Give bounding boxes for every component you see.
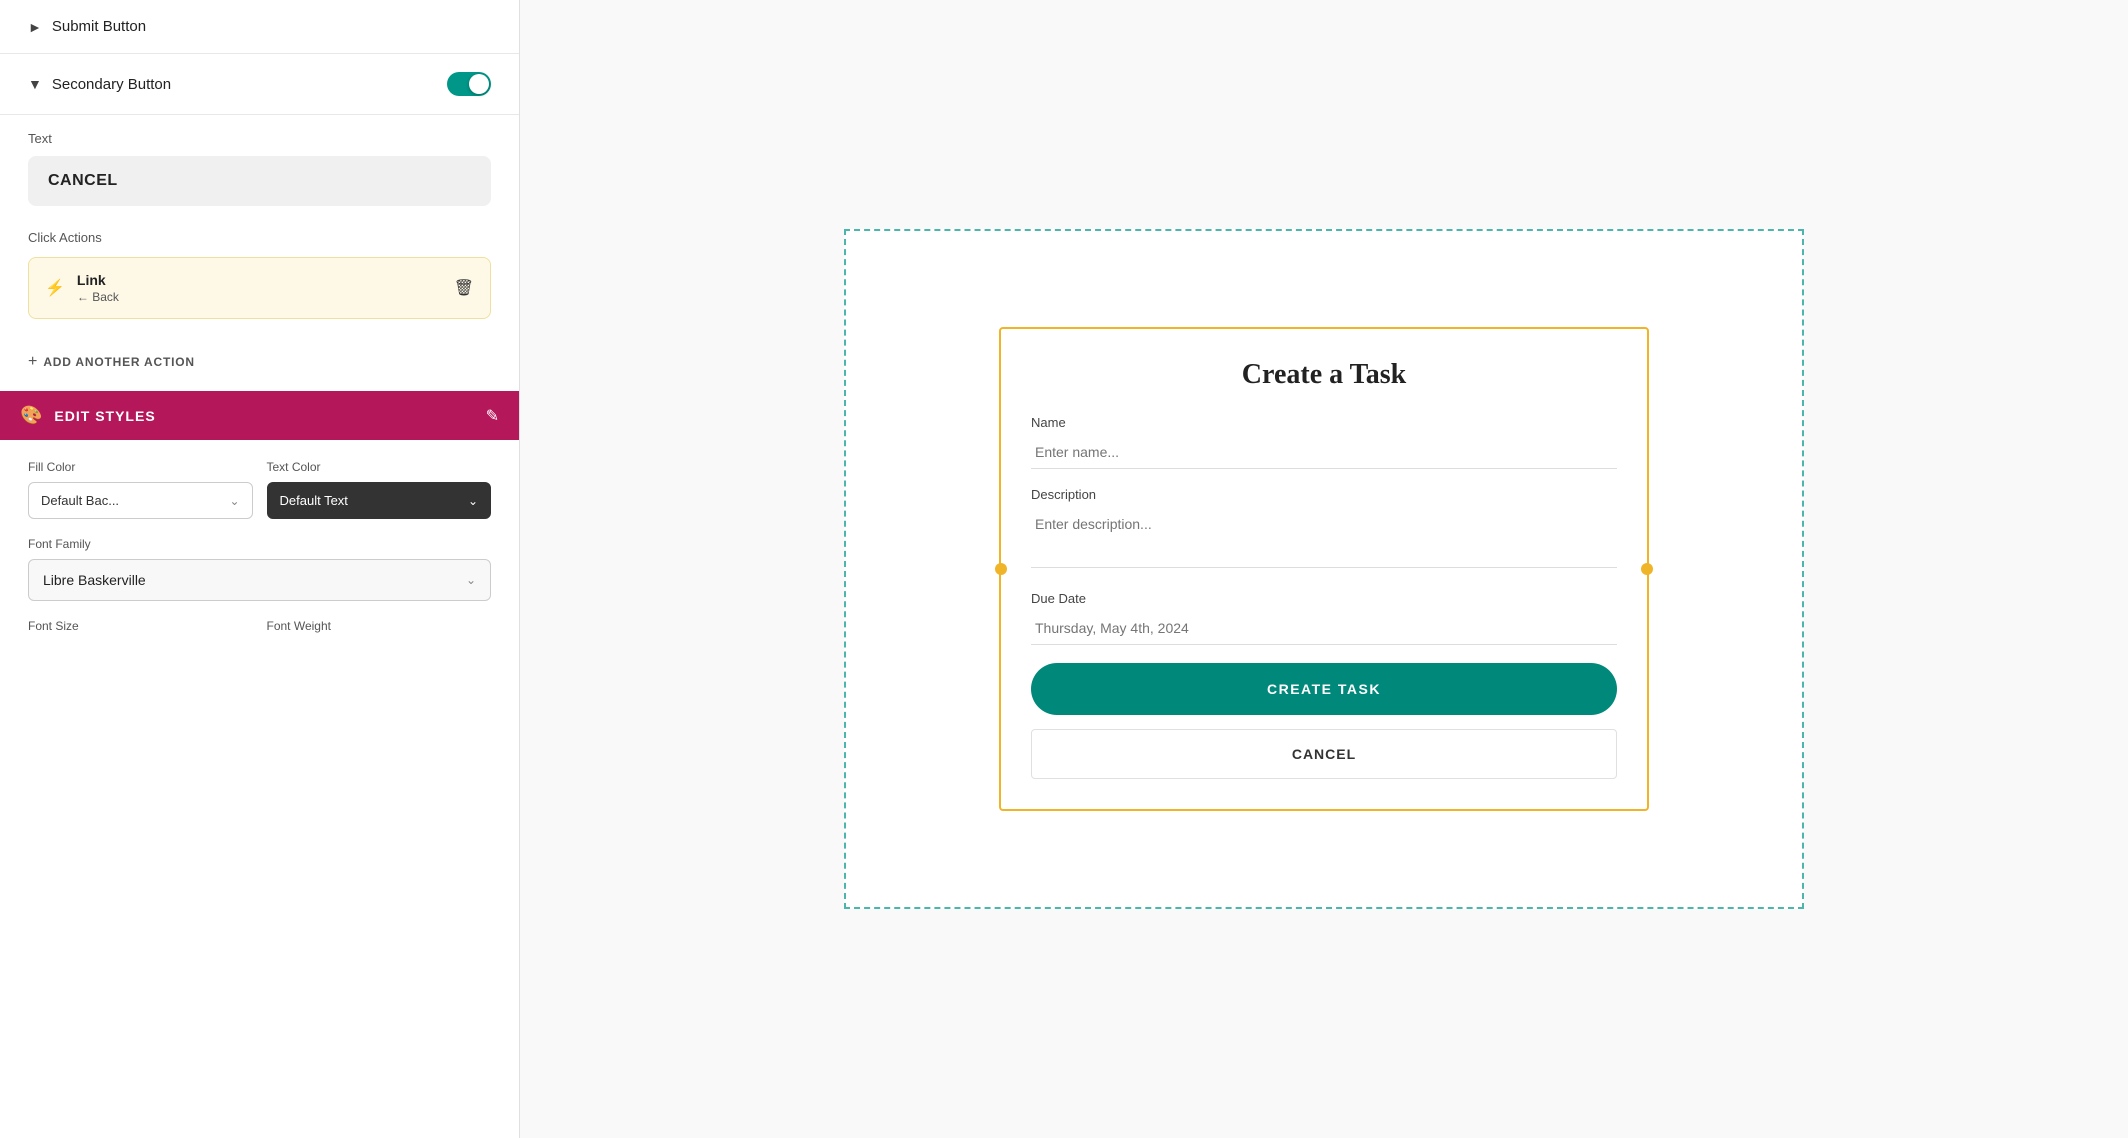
font-family-dropdown[interactable]: Libre Baskerville ⌄ [28,559,491,601]
text-color-label: Text Color [267,460,492,474]
chevron-down-icon: ▼ [28,76,42,92]
secondary-button-row: ▼ Secondary Button [0,54,519,115]
font-family-value: Libre Baskerville [43,572,146,588]
name-input[interactable] [1031,436,1617,469]
text-color-value: Default Text [280,493,348,508]
fill-color-label: Fill Color [28,460,253,474]
action-info: Link ← Back [77,272,454,304]
text-section: Text CANCEL [0,115,519,222]
fill-color-chevron: ⌄ [229,494,239,508]
left-panel: ► Submit Button ▼ Secondary Button Text … [0,0,520,1138]
canvas-area: Create a Task Name Description Due Date … [844,229,1804,909]
plus-icon: + [28,353,37,371]
cancel-text-value[interactable]: CANCEL [28,156,491,206]
create-task-button[interactable]: CREATE TASK [1031,663,1617,715]
font-size-field: Font Size [28,619,253,641]
fill-color-field: Fill Color Default Bac... ⌄ [28,460,253,519]
text-color-field: Text Color Default Text ⌄ [267,460,492,519]
description-field: Description [1031,487,1617,573]
click-actions-label: Click Actions [28,230,491,245]
text-color-dropdown[interactable]: Default Text ⌄ [267,482,492,519]
action-sub: ← Back [77,290,454,304]
submit-button-label: Submit Button [52,18,146,35]
font-family-section: Font Family Libre Baskerville ⌄ [28,537,491,601]
form-card: Create a Task Name Description Due Date … [999,327,1649,811]
action-item[interactable]: ⚡ Link ← Back 🗑 [28,257,491,319]
secondary-button-toggle[interactable] [447,72,491,96]
click-actions-section: Click Actions ⚡ Link ← Back 🗑 [0,222,519,345]
name-label: Name [1031,415,1617,430]
toggle-knob [469,74,489,94]
name-field: Name [1031,415,1617,469]
fill-color-value: Default Bac... [41,493,119,508]
secondary-button-label: Secondary Button [52,76,447,93]
bolt-icon: ⚡ [45,278,65,298]
text-color-chevron: ⌄ [468,494,478,508]
cancel-button[interactable]: CANCEL [1031,729,1617,779]
add-action-row[interactable]: + ADD ANOTHER ACTION [0,345,519,379]
chevron-right-icon: ► [28,19,42,35]
due-date-input[interactable] [1031,612,1617,645]
font-weight-field: Font Weight [267,619,492,641]
styles-body: Fill Color Default Bac... ⌄ Text Color D… [0,440,519,661]
action-name: Link [77,272,454,288]
palette-icon: 🎨 [20,405,42,426]
font-size-weight-row: Font Size Font Weight [28,619,491,641]
description-label: Description [1031,487,1617,502]
delete-icon[interactable]: 🗑 [454,278,474,298]
resize-handle-left[interactable] [995,563,1007,575]
edit-pencil-icon[interactable]: ✎ [486,406,499,426]
right-panel: Create a Task Name Description Due Date … [520,0,2128,1138]
due-date-label: Due Date [1031,591,1617,606]
resize-handle-right[interactable] [1641,563,1653,575]
add-action-label: ADD ANOTHER ACTION [43,355,195,369]
text-section-label: Text [28,131,491,146]
submit-button-row[interactable]: ► Submit Button [0,0,519,54]
form-title: Create a Task [1031,359,1617,391]
font-family-chevron: ⌄ [466,573,476,587]
font-family-label: Font Family [28,537,491,551]
fill-text-color-row: Fill Color Default Bac... ⌄ Text Color D… [28,460,491,519]
font-size-label: Font Size [28,619,253,633]
font-weight-label: Font Weight [267,619,492,633]
fill-color-dropdown[interactable]: Default Bac... ⌄ [28,482,253,519]
edit-styles-label: EDIT STYLES [54,408,485,424]
description-input[interactable] [1031,508,1617,568]
edit-styles-header: 🎨 EDIT STYLES ✎ [0,391,519,440]
due-date-field: Due Date [1031,591,1617,645]
